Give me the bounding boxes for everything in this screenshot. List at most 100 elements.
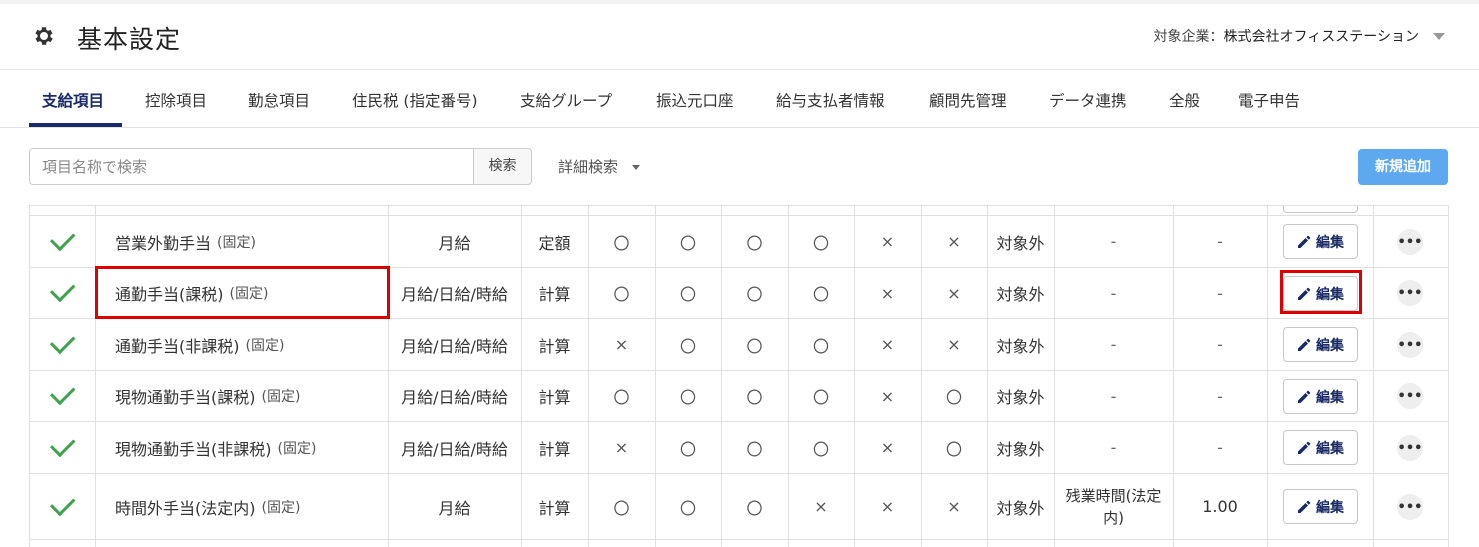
tab-pay-group[interactable]: 支給グループ <box>520 89 612 111</box>
tab-payer-info[interactable]: 給与支払者情報 <box>776 89 885 111</box>
item-name-cell: 通勤手当(非課税) (固定) <box>95 319 388 370</box>
cell-value: × <box>880 438 895 457</box>
calc-cell: 計算 <box>521 422 588 473</box>
c8-cell: - <box>1054 371 1173 421</box>
cell-value: 月給/日給/時給 <box>401 336 508 356</box>
pay-cell: 月給/日給/時給 <box>388 422 521 473</box>
fixed-tag: (固定) <box>261 499 301 516</box>
cell-value: 月給/日給/時給 <box>401 439 508 459</box>
more-options-icon[interactable]: ••• <box>1397 229 1423 255</box>
cell-value: 〇 <box>945 388 962 407</box>
edit-button[interactable]: 編集 <box>1283 206 1358 213</box>
fixed-tag: (固定) <box>277 440 317 457</box>
cell-value: 月給 <box>438 233 471 253</box>
cell-value: - <box>1110 232 1117 251</box>
tab-deduction-items[interactable]: 控除項目 <box>145 89 207 111</box>
c5-cell: × <box>854 371 921 421</box>
cell-value: × <box>880 335 895 354</box>
edit-button[interactable]: 編集 <box>1283 379 1358 414</box>
cell-value: 計算 <box>538 498 571 518</box>
company-name: 株式会社オフィスステーション <box>1223 29 1419 45</box>
edit-button[interactable]: 編集 <box>1283 489 1358 524</box>
caret-down-icon[interactable] <box>632 165 640 170</box>
cell-value: 〇 <box>679 388 696 407</box>
fixed-tag: (固定) <box>245 337 285 354</box>
search-input[interactable] <box>30 149 473 184</box>
calc-cell: 計算 <box>521 474 588 539</box>
edit-button[interactable]: 編集 <box>1283 224 1358 259</box>
c1-cell: 〇 <box>588 216 655 267</box>
company-selector[interactable]: 対象企業：株式会社オフィスステーション <box>1154 26 1419 46</box>
item-name-cell: 営業外勤手当 (固定) <box>95 216 388 267</box>
search-button[interactable]: 検索 <box>473 148 532 185</box>
c6-cell: × <box>921 474 987 539</box>
edit-button[interactable]: 編集 <box>1283 276 1358 311</box>
cell-value: 計算 <box>538 285 571 304</box>
more-options-icon[interactable]: ••• <box>1397 383 1423 409</box>
advanced-search-toggle[interactable]: 詳細検索 <box>558 156 618 177</box>
enabled-cell <box>29 216 95 267</box>
table-row: 現物通勤手当(課税) (固定) 月給/日給/時給 計算 〇 〇 〇 〇 × 〇 対象外 - - 編集 ••• <box>29 371 1449 421</box>
c7-cell: 対象外 <box>987 319 1054 370</box>
cell-value: 〇 <box>613 285 630 304</box>
tab-client-management[interactable]: 顧問先管理 <box>929 89 1007 111</box>
cell-value: 〇 <box>679 233 696 253</box>
tab-transfer-account[interactable]: 振込元口座 <box>656 89 734 111</box>
c9-cell: - <box>1173 268 1267 318</box>
more-options-icon[interactable]: ••• <box>1397 435 1423 461</box>
tab-data-integration[interactable]: データ連携 <box>1049 89 1127 111</box>
cell-value: 対象外 <box>996 388 1045 407</box>
cell-value: 〇 <box>746 388 763 407</box>
cell-value: 計算 <box>538 388 571 407</box>
enabled-cell <box>29 268 95 318</box>
cell-value: × <box>880 232 895 251</box>
c5-cell: × <box>854 216 921 267</box>
c6-cell: 〇 <box>921 422 987 473</box>
cell-value: 〇 <box>945 439 962 459</box>
c1-cell: × <box>588 319 655 370</box>
c8-cell: - <box>1054 319 1173 370</box>
cell-value: 〇 <box>613 498 630 518</box>
cell-value: × <box>947 335 961 354</box>
c3-cell: 〇 <box>721 216 788 267</box>
pencil-icon <box>1298 441 1311 454</box>
tab-e-filing[interactable]: 電子申告 <box>1238 89 1300 111</box>
c4-cell: × <box>788 474 854 539</box>
c7-cell: 対象外 <box>987 371 1054 421</box>
tab-attendance-items[interactable]: 勤怠項目 <box>248 89 310 111</box>
chevron-down-icon[interactable] <box>1433 33 1445 40</box>
tab-general[interactable]: 全般 <box>1169 89 1200 111</box>
enabled-cell <box>29 371 95 421</box>
item-name-cell: 時間外手当(法定内) (固定) <box>95 474 388 539</box>
pencil-icon <box>1298 500 1311 513</box>
cell-value: 〇 <box>613 233 630 253</box>
tab-pay-items[interactable]: 支給項目 <box>42 89 104 111</box>
more-options-icon[interactable]: ••• <box>1397 332 1423 358</box>
cell-value: × <box>880 386 895 406</box>
c5-cell: × <box>854 268 921 318</box>
cell-value: 〇 <box>746 336 763 356</box>
new-item-button[interactable]: 新規追加 <box>1358 149 1448 185</box>
item-name: 営業外勤手当 <box>115 233 212 253</box>
c8-cell: - <box>1054 268 1173 318</box>
check-icon <box>49 431 76 457</box>
c9-cell: - <box>1173 319 1267 370</box>
cell-value: 〇 <box>679 336 696 356</box>
enabled-cell <box>29 319 95 370</box>
more-options-icon[interactable]: ••• <box>1397 280 1423 306</box>
check-icon <box>49 276 76 303</box>
search-field[interactable] <box>29 148 474 185</box>
tab-resident-tax[interactable]: 住民税 (指定番号) <box>352 89 478 111</box>
cell-value: 〇 <box>679 498 696 518</box>
fixed-tag: (固定) <box>217 234 256 251</box>
enabled-cell <box>29 474 95 539</box>
cell-value: × <box>880 283 895 303</box>
table-row: 時間外手当(法定内) (固定) 月給 計算 〇 〇 〇 × × × 対象外 残業時間(法定内) 1.00… <box>29 474 1449 539</box>
check-icon <box>49 328 76 354</box>
edit-button[interactable]: 編集 <box>1283 327 1358 362</box>
more-options-icon[interactable]: ••• <box>1397 494 1423 520</box>
pay-cell: 月給/日給/時給 <box>388 319 521 370</box>
edit-button[interactable]: 編集 <box>1283 430 1358 465</box>
cell-value: 1.00 <box>1202 497 1238 516</box>
c3-cell: 〇 <box>721 319 788 370</box>
